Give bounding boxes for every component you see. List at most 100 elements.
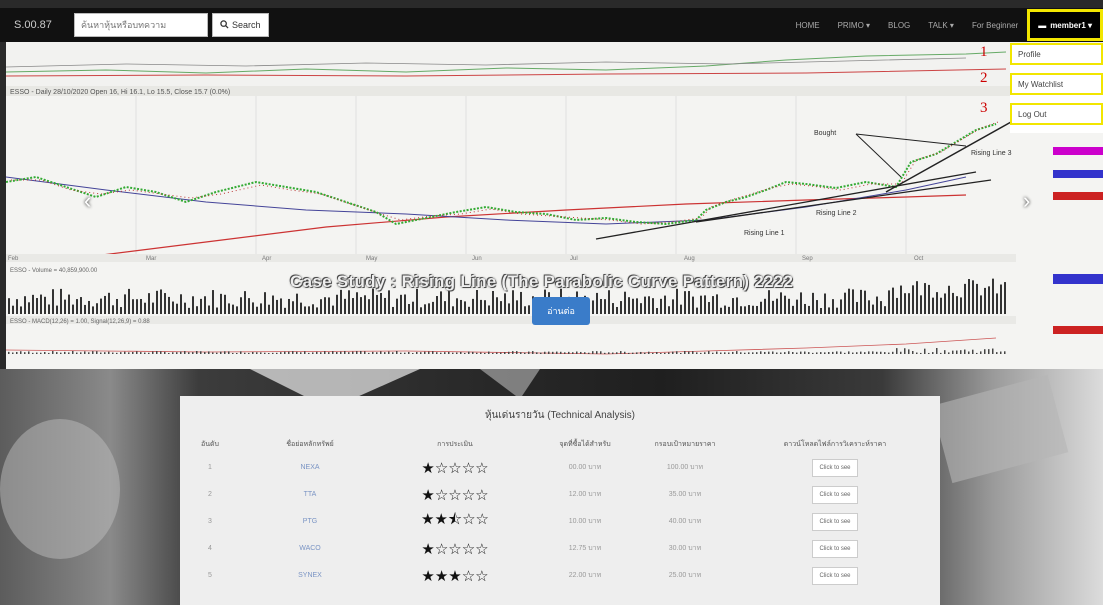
volume-bar [856,301,858,314]
macd-bar [780,352,782,354]
macd-bar [640,351,642,354]
macd-bar [304,351,306,354]
user-menu-button[interactable]: ▬ member1 ▾ [1027,9,1103,41]
click-to-see-button[interactable]: Click to see [812,566,858,585]
hero-title[interactable]: Case Study : Rising Line (The Parabolic … [290,272,793,292]
macd-bar [48,352,50,354]
dropdown-log-out[interactable]: Log Out [1010,103,1103,125]
volume-bar [840,299,842,314]
volume-bar [156,290,158,314]
macd-bar [340,351,342,354]
volume-bar [48,304,50,314]
nav-for-beginner[interactable]: For Beginner [963,21,1027,30]
macd-bar [904,348,906,354]
volume-bar [284,307,286,314]
brand-logo[interactable]: S.00.87 [14,19,72,31]
volume-bar [904,293,906,314]
volume-bar [952,292,954,314]
volume-bar [80,297,82,314]
volume-bar [660,298,662,314]
macd-bar [884,352,886,354]
dropdown-my-watchlist[interactable]: My Watchlist [1010,73,1103,95]
volume-bar [824,293,826,314]
nav-talk[interactable]: TALK ▾ [919,21,963,30]
dropdown-profile[interactable]: Profile [1010,43,1103,65]
volume-bar [800,292,802,314]
symbol-link[interactable]: PTG [240,508,380,535]
macd-bar [172,352,174,354]
symbol-link[interactable]: TTA [240,481,380,508]
volume-bar [968,279,970,314]
macd-bar [996,352,998,354]
macd-bar [372,351,374,354]
volume-bar [96,303,98,314]
volume-bar [32,294,34,314]
volume-bar [352,298,354,314]
volume-bar [476,289,478,314]
volume-bar [276,299,278,314]
nav-primo[interactable]: PRIMO ▾ [829,21,879,30]
rating-stars: ★☆☆☆☆ [421,539,489,558]
carousel-next-arrow[interactable]: › [1023,188,1030,214]
volume-bar [408,303,410,314]
macd-bar [296,351,298,354]
nav-blog[interactable]: BLOG [879,21,919,30]
macd-bar [940,352,942,354]
symbol-link[interactable]: SYNEX [240,562,380,589]
click-to-see-button[interactable]: Click to see [812,539,858,558]
macd-bar [224,351,226,354]
read-more-button[interactable]: อ่านต่อ [532,297,590,325]
click-to-see-button[interactable]: Click to see [812,458,858,477]
macd-bar [428,351,430,354]
macd-bar [152,351,154,354]
volume-bar [232,304,234,314]
volume-bar [640,303,642,314]
macd-bar [764,351,766,354]
macd-bar [976,352,978,354]
rating-stars: ★★★☆☆ [421,566,489,585]
search-button[interactable]: Search [212,13,269,37]
macd-bar [532,351,534,354]
click-to-see-button[interactable]: Click to see [812,512,858,531]
carousel-prev-arrow[interactable]: ‹ [84,188,91,214]
volume-bar [308,306,310,314]
volume-bar [428,303,430,314]
rank-cell: 5 [208,572,212,579]
macd-bar [396,351,398,354]
macd-bar [656,352,658,354]
macd-bar [184,351,186,354]
volume-bar [908,293,910,314]
macd-bar [840,351,842,354]
volume-bar [704,295,706,314]
macd-bar [44,352,46,354]
macd-bar [560,351,562,354]
technical-analysis-panel: หุ้นเด่นรายวัน (Technical Analysis) อันด… [180,396,940,605]
macd-bar [412,352,414,354]
macd-bar [408,351,410,354]
macd-bar [672,351,674,354]
volume-bar [420,307,422,314]
search-input[interactable] [74,13,208,37]
volume-bar [124,294,126,314]
macd-bar [968,351,970,354]
volume-bar [740,306,742,314]
buy-price-cell: 10.00 บาท [568,518,602,525]
symbol-link[interactable]: NEXA [240,454,380,481]
click-to-see-button[interactable]: Click to see [812,485,858,504]
volume-bar [788,298,790,314]
volume-bar [84,304,86,314]
macd-bar [896,348,898,354]
macd-bar [344,351,346,354]
volume-bar [228,303,230,314]
volume-bar [480,299,482,314]
nav-home[interactable]: HOME [787,21,829,30]
month-label: Sep [802,256,813,262]
volume-bar [964,283,966,314]
annotation-number: 3 [980,100,988,116]
macd-bar [724,352,726,354]
macd-bar [952,350,954,354]
volume-bar [940,297,942,314]
volume-bar [392,306,394,314]
symbol-link[interactable]: WACO [240,535,380,562]
volume-bar [644,296,646,314]
